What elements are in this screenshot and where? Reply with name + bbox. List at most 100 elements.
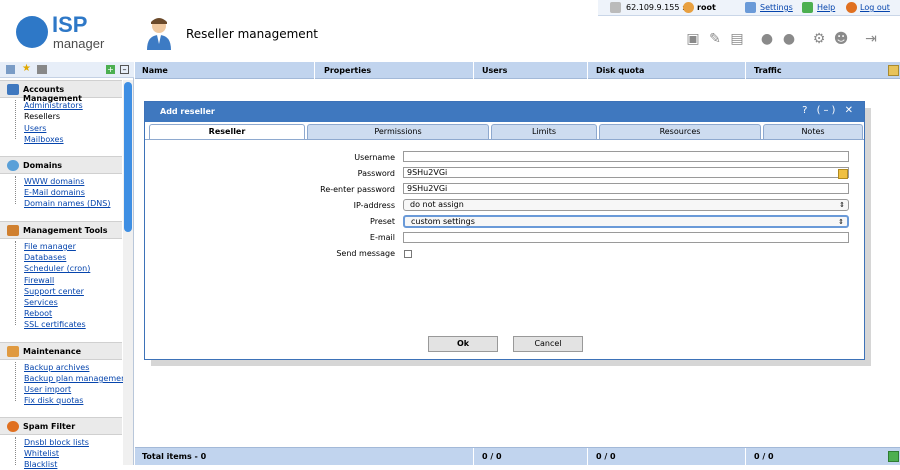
export-icon[interactable]: ⇥ <box>862 30 880 48</box>
sidebar-item-dns[interactable]: Domain names (DNS) <box>24 199 110 209</box>
scrollbar-thumb[interactable] <box>124 82 132 232</box>
sidebar-toolbar: ★ + – <box>0 62 134 78</box>
menu-icon[interactable] <box>6 65 15 74</box>
column-properties[interactable]: Properties <box>324 66 371 75</box>
sidebar-item-www-domains[interactable]: WWW domains <box>24 177 84 187</box>
section-maintenance[interactable]: Maintenance <box>0 342 122 360</box>
preset-value: custom settings <box>411 217 475 226</box>
settings-link[interactable]: Settings <box>760 3 793 13</box>
tab-resources[interactable]: Resources <box>599 124 761 139</box>
briefcase-icon[interactable] <box>37 65 47 74</box>
tree-line <box>15 241 22 325</box>
sidebar-item-blacklist[interactable]: Blacklist <box>24 460 57 470</box>
sidebar-scrollbar[interactable] <box>123 80 133 465</box>
sidebar-item-support-center[interactable]: Support center <box>24 287 84 297</box>
sidebar-item-dnsbl[interactable]: Dnsbl block lists <box>24 438 89 448</box>
logo-mark-icon <box>16 16 48 48</box>
sidebar-item-databases[interactable]: Databases <box>24 253 66 263</box>
section-domains[interactable]: Domains <box>0 156 122 174</box>
sidebar-item-file-manager[interactable]: File manager <box>24 242 76 252</box>
sidebar-item-scheduler[interactable]: Scheduler (cron) <box>24 264 90 274</box>
sidebar-item-backup-archives[interactable]: Backup archives <box>24 363 89 373</box>
tab-notes[interactable]: Notes <box>763 124 863 139</box>
edit-icon[interactable]: ✎ <box>706 30 724 48</box>
username-input[interactable] <box>403 151 849 162</box>
accounts-icon <box>7 84 19 95</box>
users-total: 0 / 0 <box>482 452 502 461</box>
column-name[interactable]: Name <box>142 66 168 75</box>
column-disk-quota[interactable]: Disk quota <box>596 66 644 75</box>
enable-icon[interactable]: ● <box>758 30 776 48</box>
expand-all-icon[interactable]: + <box>106 65 115 74</box>
column-settings-icon[interactable] <box>888 65 899 76</box>
new-icon[interactable]: ▣ <box>684 30 702 48</box>
column-divider <box>745 62 746 79</box>
tree-line <box>15 176 22 204</box>
disable-icon[interactable]: ● <box>780 30 798 48</box>
help-icon <box>802 2 813 13</box>
send-message-label: Send message <box>336 249 395 258</box>
user-icon[interactable]: ☻ <box>832 30 850 48</box>
sidebar-item-firewall[interactable]: Firewall <box>24 276 54 286</box>
column-users[interactable]: Users <box>482 66 507 75</box>
export-icon[interactable] <box>888 451 899 462</box>
isp-manager-logo: ISP manager <box>16 14 126 54</box>
spam-filter-icon <box>7 421 19 432</box>
help-link[interactable]: Help <box>817 3 835 13</box>
sidebar-item-backup-plan[interactable]: Backup plan management <box>24 374 129 384</box>
preset-select[interactable]: custom settings ⇕ <box>403 215 849 228</box>
sidebar-item-whitelist[interactable]: Whitelist <box>24 449 59 459</box>
generate-password-icon[interactable] <box>838 169 848 179</box>
tab-reseller[interactable]: Reseller <box>149 124 305 140</box>
cancel-button[interactable]: Cancel <box>513 336 583 352</box>
section-title: Domains <box>23 161 63 170</box>
sidebar-item-ssl-certificates[interactable]: SSL certificates <box>24 320 86 330</box>
ip-address-label: IP-address <box>353 201 395 210</box>
sidebar-item-reboot[interactable]: Reboot <box>24 309 52 319</box>
favorites-icon[interactable]: ★ <box>22 64 31 74</box>
sidebar-item-mailboxes[interactable]: Mailboxes <box>24 135 64 145</box>
repassword-input[interactable]: 9SHu2VGi <box>403 183 849 194</box>
column-divider <box>473 62 474 79</box>
email-input[interactable] <box>403 232 849 243</box>
section-accounts-management[interactable]: Accounts Management <box>0 80 122 103</box>
dialog-controls[interactable]: ? (–) ✕ <box>802 105 856 116</box>
current-user: root <box>697 3 716 12</box>
tab-permissions[interactable]: Permissions <box>307 124 489 139</box>
ok-button[interactable]: Ok <box>428 336 498 352</box>
column-traffic[interactable]: Traffic <box>754 66 782 75</box>
sidebar-item-user-import[interactable]: User import <box>24 385 71 395</box>
server-icon <box>610 2 621 13</box>
sidebar-item-services[interactable]: Services <box>24 298 58 308</box>
delete-icon[interactable]: ▤ <box>728 30 746 48</box>
section-title: Spam Filter <box>23 422 76 431</box>
column-divider <box>745 448 746 466</box>
ip-address-value: do not assign <box>410 200 464 209</box>
grid-header: Name Properties Users Disk quota Traffic <box>135 62 900 79</box>
settings-icon[interactable]: ⚙ <box>810 30 828 48</box>
section-spam-filter[interactable]: Spam Filter <box>0 417 122 435</box>
top-bar: 62.109.9.155 :: root Settings Help Log o… <box>598 0 900 16</box>
send-message-checkbox[interactable] <box>404 250 412 258</box>
collapse-all-icon[interactable]: – <box>120 65 129 74</box>
section-management-tools[interactable]: Management Tools <box>0 221 122 239</box>
select-arrows-icon: ⇕ <box>838 218 844 226</box>
password-input[interactable]: 9SHu2VGi <box>403 167 849 178</box>
sidebar-item-users[interactable]: Users <box>24 124 46 134</box>
dialog-title-bar[interactable]: Add reseller ? (–) ✕ <box>145 102 864 122</box>
sidebar-item-email-domains[interactable]: E-Mail domains <box>24 188 85 198</box>
toolbar: ▣ ✎ ▤ ● ● ⚙ ☻ ⇥ <box>684 30 888 50</box>
tree-line <box>15 362 22 401</box>
logout-link[interactable]: Log out <box>860 3 890 13</box>
sidebar-item-administrators[interactable]: Administrators <box>24 101 83 111</box>
total-items: Total items - 0 <box>142 452 207 461</box>
ip-address-select[interactable]: do not assign ⇕ <box>403 199 849 211</box>
page-title: Reseller management <box>186 27 318 41</box>
maintenance-icon <box>7 346 19 357</box>
logo-name: ISP <box>52 12 88 37</box>
sidebar-item-resellers[interactable]: Resellers <box>24 112 60 122</box>
dialog-title: Add reseller <box>160 107 215 116</box>
traffic-total: 0 / 0 <box>754 452 774 461</box>
sidebar-item-fix-disk-quotas[interactable]: Fix disk quotas <box>24 396 83 406</box>
tab-limits[interactable]: Limits <box>491 124 597 139</box>
